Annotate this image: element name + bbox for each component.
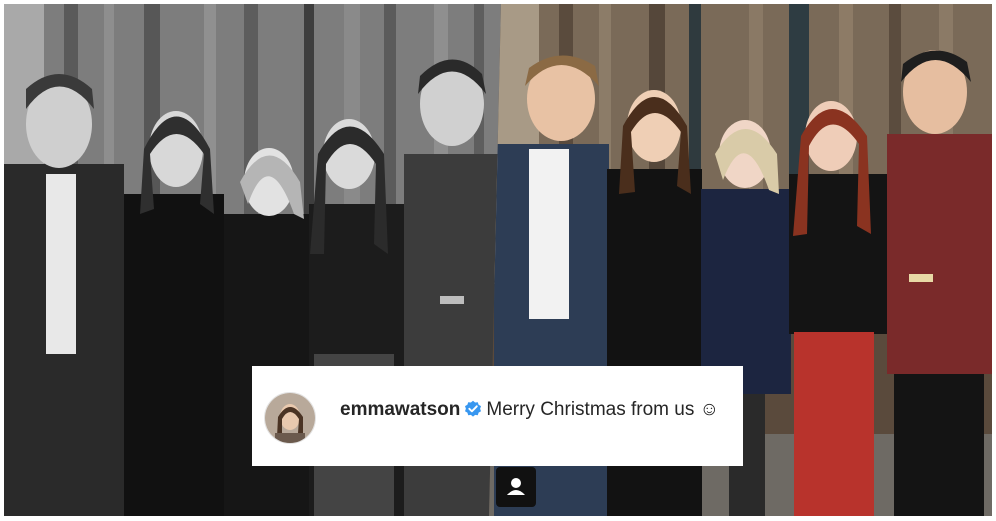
instagram-caption-card: emmawatson Merry Christmas from us ☺ <box>252 366 743 466</box>
caption-text: emmawatson Merry Christmas from us ☺ <box>340 396 725 424</box>
user-profile-icon <box>507 478 525 495</box>
avatar[interactable] <box>264 392 316 444</box>
smile-emoji: ☺ <box>699 399 720 420</box>
caption-message: Merry Christmas from us <box>486 399 695 420</box>
tagged-users-button[interactable] <box>496 467 536 507</box>
username[interactable]: emmawatson <box>340 399 460 420</box>
avatar-image <box>265 393 315 443</box>
verified-badge-icon <box>464 399 482 417</box>
